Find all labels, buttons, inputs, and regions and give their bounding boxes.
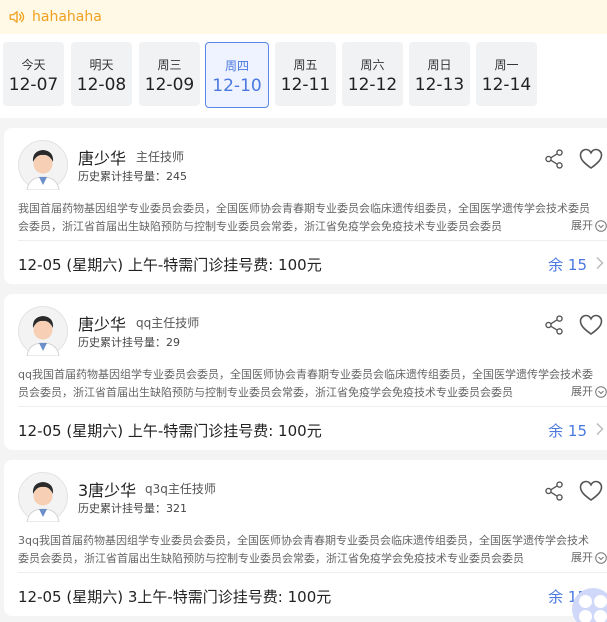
share-icon[interactable]	[543, 314, 565, 336]
date-day: 12-10	[212, 76, 262, 96]
divider	[18, 572, 607, 573]
date-tab-3-selected[interactable]: 周四 12-10	[205, 42, 269, 108]
registration-count: 历史累计挂号量：245	[78, 170, 187, 183]
date-tab-2[interactable]: 周三 12-09	[139, 42, 200, 106]
date-selector: 今天 12-07 明天 12-08 周三 12-09 周四 12-10 周五 1…	[0, 34, 607, 118]
remaining-count[interactable]: 余 15	[548, 254, 587, 275]
date-weekday: 周一	[494, 58, 519, 72]
date-weekday: 周日	[427, 58, 452, 72]
doctor-avatar	[18, 140, 68, 190]
doctor-avatar	[18, 472, 68, 522]
date-tab-7[interactable]: 周一 12-14	[476, 42, 537, 106]
date-weekday: 周三	[157, 58, 182, 72]
doctor-intro: qq我国首届药物基因组学专业委员会委员，全国医师协会青春期专业委员会临床遗传组委…	[18, 368, 593, 399]
chevron-right-icon	[596, 256, 604, 270]
chevron-down-icon	[595, 220, 607, 232]
date-day: 12-08	[76, 75, 127, 95]
date-tab-0[interactable]: 今天 12-07	[3, 42, 64, 106]
chevron-down-icon	[595, 552, 607, 564]
favorite-heart-icon[interactable]	[579, 314, 603, 336]
notice-bar[interactable]: hahahaha	[0, 0, 607, 34]
date-weekday: 周五	[293, 58, 318, 72]
menu-dot	[594, 610, 607, 622]
doctor-intro: 3qq我国首届药物基因组学专业委员会委员，全国医师协会青春期专业委员会临床遗传组…	[18, 534, 589, 565]
remaining-count[interactable]: 余 15	[548, 420, 587, 441]
date-tab-6[interactable]: 周日 12-13	[409, 42, 470, 106]
doctor-avatar	[18, 306, 68, 356]
chevron-right-icon	[596, 422, 604, 436]
favorite-heart-icon[interactable]	[579, 480, 603, 502]
speaker-icon	[9, 11, 25, 23]
date-day: 12-12	[347, 75, 398, 95]
date-day: 12-13	[414, 75, 465, 95]
date-weekday: 明天	[89, 58, 114, 72]
doctor-title: qq主任技师	[136, 316, 200, 330]
doctor-title: 主任技师	[136, 150, 185, 164]
appointment-slot: 12-05 (星期六) 上午-特需门诊挂号费: 100元	[18, 422, 322, 440]
doctor-card[interactable]: 唐少华 qq主任技师 历史累计挂号量：29 qq我国首届药物基因组学专业委员会委…	[4, 294, 607, 450]
floating-menu-button[interactable]	[572, 588, 607, 622]
chevron-down-icon	[595, 386, 607, 398]
date-tab-1[interactable]: 明天 12-08	[71, 42, 132, 106]
doctor-name: 唐少华	[78, 149, 127, 168]
date-day: 12-09	[144, 75, 195, 95]
expand-label: 展开	[571, 551, 593, 564]
date-weekday: 周六	[360, 58, 385, 72]
doctor-name: 唐少华	[78, 315, 127, 334]
appointment-slot: 12-05 (星期六) 3上午-特需门诊挂号费: 100元	[18, 588, 332, 606]
share-icon[interactable]	[543, 480, 565, 502]
registration-count: 历史累计挂号量：29	[78, 336, 180, 349]
divider	[18, 406, 607, 407]
expand-button[interactable]: 展开	[567, 549, 607, 567]
doctor-name: 3唐少华	[78, 481, 137, 500]
expand-button[interactable]: 展开	[567, 217, 607, 235]
menu-dot	[594, 595, 607, 608]
date-day: 12-11	[280, 75, 331, 95]
notice-text: hahahaha	[32, 9, 102, 25]
doctor-intro: 我国首届药物基因组学专业委员会委员，全国医师协会青春期专业委员会临床遗传组委员，…	[18, 202, 590, 233]
share-icon[interactable]	[543, 148, 565, 170]
date-day: 12-07	[8, 75, 59, 95]
appointment-slot: 12-05 (星期六) 上午-特需门诊挂号费: 100元	[18, 256, 322, 274]
expand-label: 展开	[571, 385, 593, 398]
favorite-heart-icon[interactable]	[579, 148, 603, 170]
date-tab-5[interactable]: 周六 12-12	[342, 42, 403, 106]
menu-dot	[579, 610, 592, 622]
doctor-card[interactable]: 唐少华 主任技师 历史累计挂号量：245 我国首届药物基因组学专业委员会委员，全…	[4, 128, 607, 284]
doctor-title: q3q主任技师	[145, 482, 216, 496]
registration-count: 历史累计挂号量：321	[78, 502, 187, 515]
date-day: 12-14	[481, 75, 532, 95]
doctor-card[interactable]: 3唐少华 q3q主任技师 历史累计挂号量：321 3qq我国首届药物基因组学专业…	[4, 460, 607, 616]
date-tab-4[interactable]: 周五 12-11	[275, 42, 336, 106]
expand-button[interactable]: 展开	[567, 383, 607, 401]
date-weekday: 今天	[21, 58, 46, 72]
menu-dot	[579, 595, 592, 608]
expand-label: 展开	[571, 219, 593, 232]
divider	[18, 240, 607, 241]
date-weekday: 周四	[224, 59, 249, 73]
